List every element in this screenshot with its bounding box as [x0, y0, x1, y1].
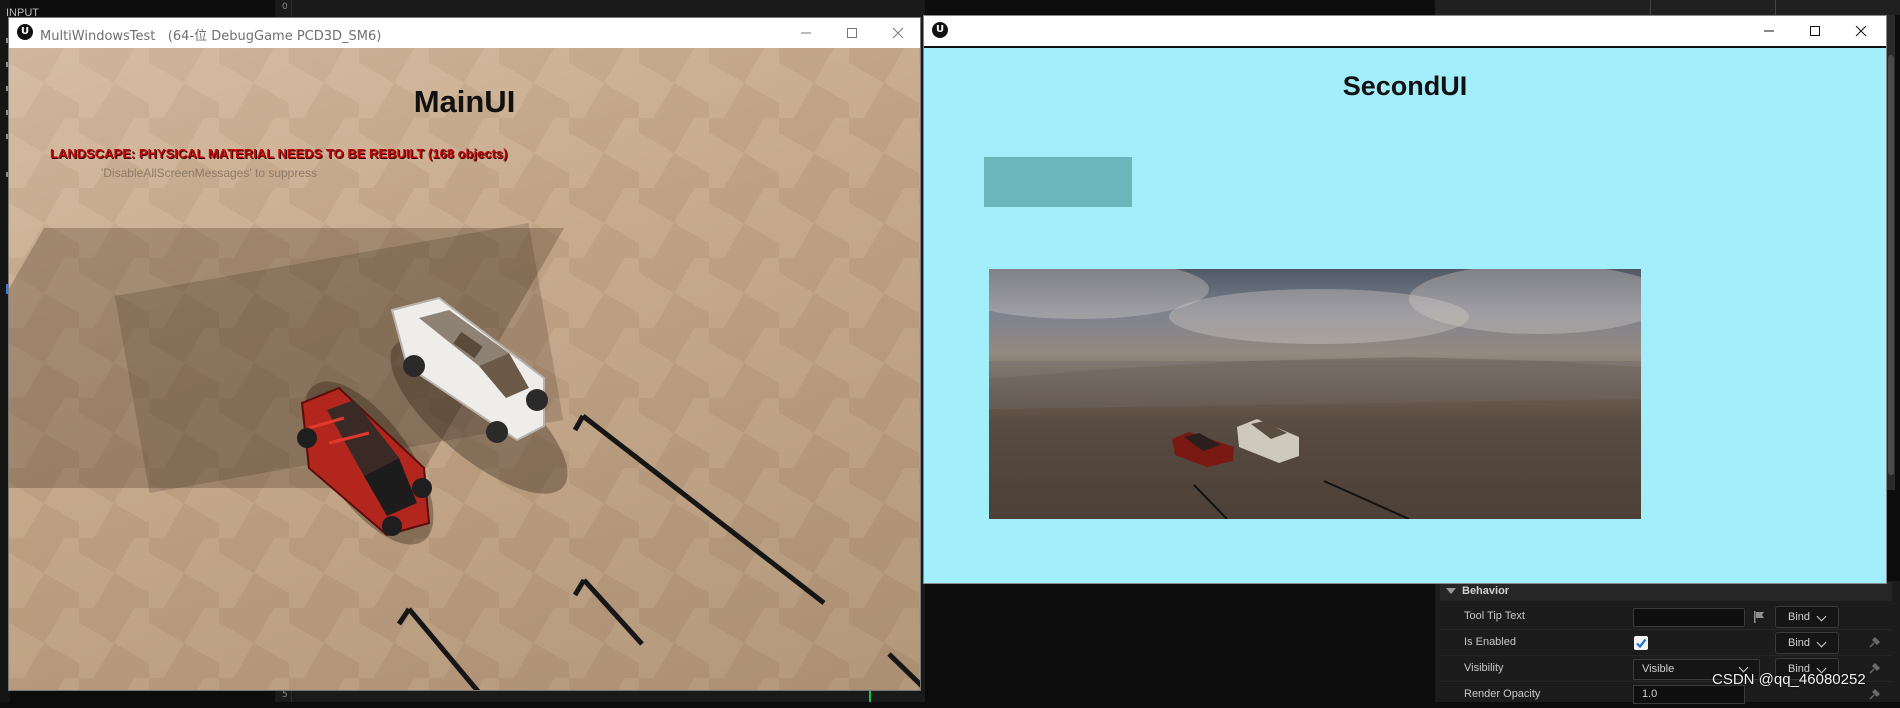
- pin-icon[interactable]: [1868, 636, 1881, 649]
- suppress-hint-message: 'DisableAllScreenMessages' to suppress: [101, 166, 318, 180]
- behavior-section-header[interactable]: Behavior: [1440, 582, 1892, 601]
- scene-objects: [297, 296, 920, 690]
- maximize-icon: [1810, 26, 1820, 36]
- rail-marks: [1193, 480, 1410, 519]
- header-divider: [1775, 0, 1776, 15]
- close-button[interactable]: [875, 18, 920, 48]
- main-ui-title: MainUI: [413, 84, 516, 119]
- minimize-button[interactable]: [783, 18, 829, 48]
- bind-label: Bind: [1788, 637, 1811, 649]
- timeline-number: 5: [282, 690, 288, 700]
- pin-icon[interactable]: [1868, 662, 1881, 675]
- render-target-image: [989, 269, 1641, 519]
- minimize-icon: [1764, 30, 1774, 32]
- triangle-down-icon: [1446, 588, 1456, 594]
- property-row-is-enabled: Is Enabled Bind: [1440, 630, 1892, 656]
- header-divider: [1650, 0, 1651, 15]
- watermark-text: CSDN @qq_46080252: [1712, 671, 1866, 688]
- bind-button[interactable]: Bind: [1775, 632, 1839, 654]
- property-name: Render Opacity: [1464, 688, 1541, 700]
- property-name: Is Enabled: [1464, 636, 1516, 648]
- flag-icon[interactable]: [1752, 610, 1766, 624]
- chevron-down-icon: [1816, 611, 1827, 622]
- white-suv: [1237, 419, 1299, 463]
- scrollbar-thumb[interactable]: [1888, 55, 1894, 475]
- minimize-button[interactable]: [1746, 16, 1792, 46]
- teal-widget-box: [984, 157, 1132, 207]
- tooltip-text-input[interactable]: [1633, 608, 1745, 627]
- property-row-tooltip: Tool Tip Text Bind: [1440, 604, 1892, 630]
- main-game-viewport[interactable]: MainUI LANDSCAPE: PHYSICAL MATERIAL NEED…: [9, 48, 920, 690]
- section-title: Behavior: [1462, 585, 1510, 597]
- maximize-icon: [847, 28, 857, 38]
- main-window-titlebar[interactable]: U MultiWindowsTest (64-位 DebugGame PCD3D…: [9, 18, 920, 48]
- close-icon: [892, 27, 904, 39]
- ue-logo-icon: U: [932, 22, 948, 38]
- checkmark-icon: [1636, 638, 1647, 649]
- minimize-icon: [801, 32, 811, 34]
- close-button[interactable]: [1838, 16, 1884, 46]
- property-name: Visibility: [1464, 662, 1504, 674]
- pin-icon[interactable]: [1868, 688, 1881, 701]
- window-title: MultiWindowsTest (64-位 DebugGame PCD3D_S…: [40, 29, 382, 44]
- property-name: Tool Tip Text: [1464, 610, 1525, 622]
- red-sports-car: [1172, 432, 1234, 467]
- landscape-warning-message: LANDSCAPE: PHYSICAL MATERIAL NEEDS TO BE…: [50, 146, 508, 161]
- bind-button[interactable]: Bind: [1775, 606, 1839, 628]
- visibility-value: Visible: [1642, 663, 1675, 675]
- chevron-down-icon: [1816, 637, 1827, 648]
- render-scene: [989, 357, 1641, 519]
- timeline-number: 0: [282, 2, 288, 12]
- second-window-titlebar[interactable]: U: [924, 16, 1886, 46]
- render-opacity-value: 1.0: [1642, 688, 1658, 700]
- titlebar-divider: [924, 46, 1886, 48]
- second-ui-window: U SecondUI: [923, 15, 1887, 584]
- details-panel-header: [1435, 0, 1900, 15]
- close-icon: [1855, 25, 1867, 37]
- maximize-button[interactable]: [829, 18, 875, 48]
- is-enabled-checkbox[interactable]: [1634, 636, 1648, 650]
- maximize-button[interactable]: [1792, 16, 1838, 46]
- ue-logo-icon: U: [17, 24, 33, 40]
- main-game-window: U MultiWindowsTest (64-位 DebugGame PCD3D…: [8, 17, 921, 691]
- bind-label: Bind: [1788, 611, 1811, 623]
- details-scrollbar[interactable]: [1887, 15, 1895, 490]
- second-ui-title: SecondUI: [1342, 71, 1468, 101]
